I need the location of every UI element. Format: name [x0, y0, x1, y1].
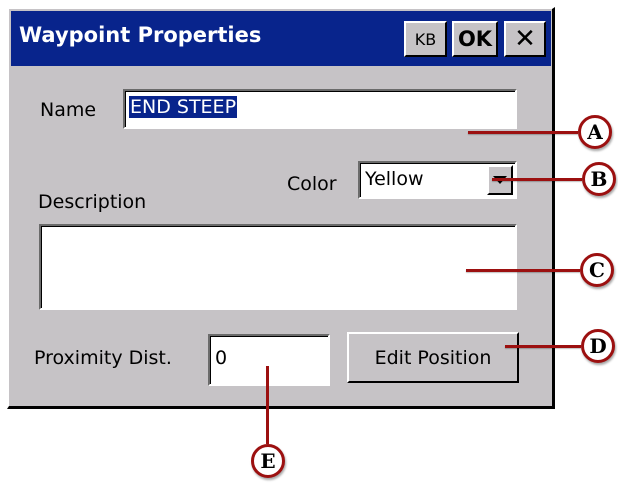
callout-marker-e: E — [251, 444, 285, 478]
callout-line-e — [266, 366, 269, 444]
proximity-dist-label: Proximity Dist. — [34, 347, 172, 369]
name-label: Name — [40, 99, 97, 121]
description-label: Description — [38, 191, 147, 213]
callout-marker-d: D — [581, 329, 615, 363]
callout-line-b — [492, 178, 582, 181]
callout-marker-b: B — [582, 162, 616, 196]
proximity-dist-value: 0 — [215, 347, 228, 369]
ok-button[interactable]: OK — [452, 21, 498, 57]
callout-line-a — [468, 131, 578, 134]
callout-line-c — [466, 269, 580, 272]
name-input[interactable]: END STEEP — [123, 89, 517, 129]
callout-marker-c: C — [580, 253, 614, 287]
proximity-dist-input[interactable]: 0 — [208, 334, 330, 386]
keyboard-button[interactable]: KB — [404, 21, 447, 57]
dialog-title: Waypoint Properties — [19, 23, 262, 47]
callout-line-d — [505, 345, 581, 348]
title-bar: Waypoint Properties KB OK ✕ — [11, 11, 551, 66]
waypoint-properties-dialog: Waypoint Properties KB OK ✕ Name END STE… — [7, 7, 555, 409]
close-button[interactable]: ✕ — [504, 21, 546, 57]
color-label: Color — [287, 173, 337, 195]
callout-marker-a: A — [578, 115, 612, 149]
description-textarea[interactable] — [39, 224, 517, 310]
screenshot-stage: Waypoint Properties KB OK ✕ Name END STE… — [0, 0, 618, 484]
edit-position-button[interactable]: Edit Position — [347, 332, 519, 383]
close-icon: ✕ — [514, 24, 536, 54]
color-select-value: Yellow — [365, 168, 424, 190]
name-input-value: END STEEP — [129, 96, 238, 118]
